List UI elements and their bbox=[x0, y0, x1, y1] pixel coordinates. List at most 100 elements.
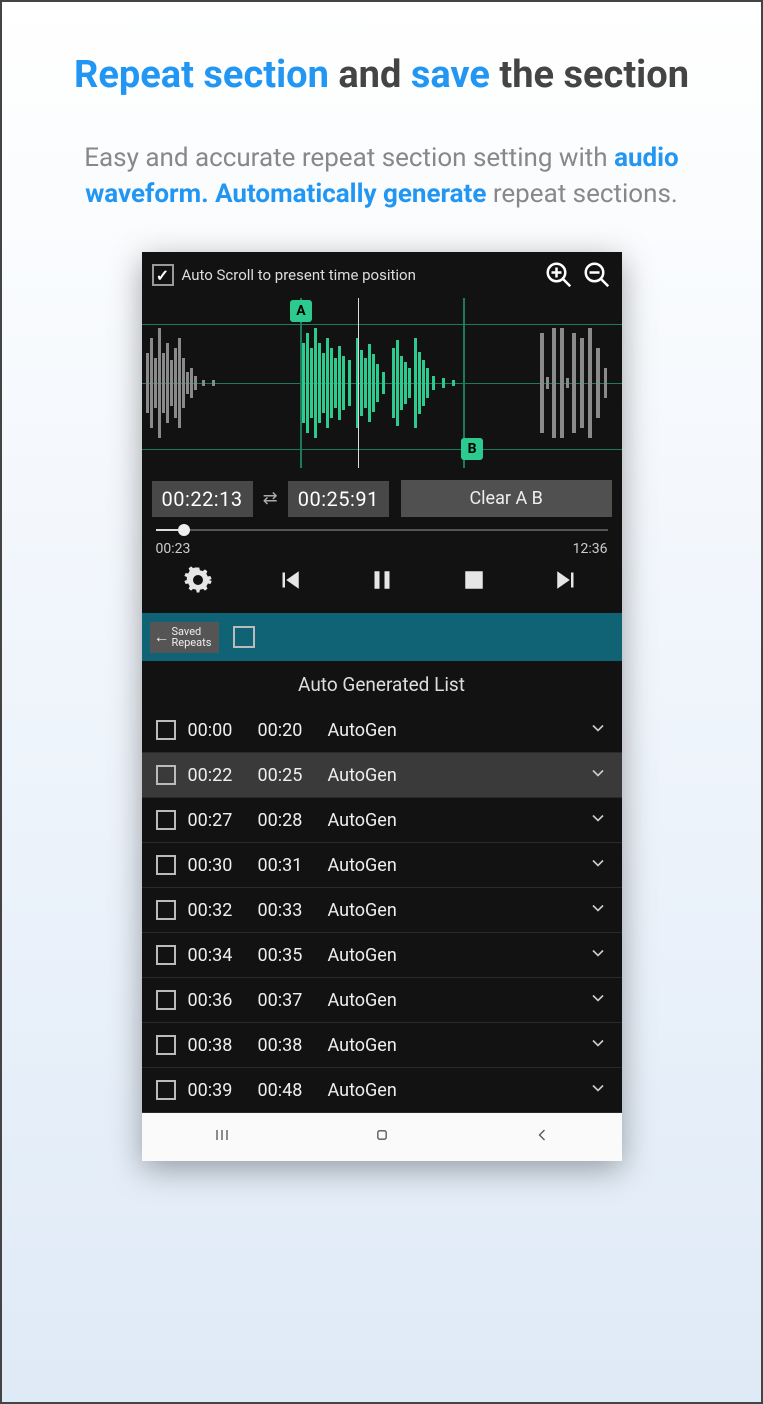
stop-icon bbox=[459, 565, 489, 595]
row-expand[interactable] bbox=[588, 898, 608, 922]
chevron-down-icon bbox=[588, 763, 608, 783]
row-label: AutoGen bbox=[328, 855, 576, 876]
row-end-time: 00:28 bbox=[258, 810, 316, 831]
list-item[interactable]: 00:2700:28AutoGen bbox=[142, 798, 622, 843]
saved-repeats-button[interactable]: ← Saved Repeats bbox=[150, 622, 220, 653]
time-total: 12:36 bbox=[573, 541, 608, 557]
row-end-time: 00:38 bbox=[258, 1035, 316, 1056]
seek-slider[interactable] bbox=[156, 529, 608, 531]
skip-next-icon bbox=[551, 565, 581, 595]
row-expand[interactable] bbox=[588, 718, 608, 742]
list-item[interactable]: 00:3800:38AutoGen bbox=[142, 1023, 622, 1068]
settings-button[interactable] bbox=[183, 565, 213, 599]
list-item[interactable]: 00:3000:31AutoGen bbox=[142, 843, 622, 888]
row-label: AutoGen bbox=[328, 1080, 576, 1101]
row-checkbox[interactable] bbox=[156, 810, 176, 830]
row-label: AutoGen bbox=[328, 900, 576, 921]
row-end-time: 00:25 bbox=[258, 765, 316, 786]
nav-recents-icon bbox=[212, 1125, 232, 1145]
list-item[interactable]: 00:36 00:37 AutoGen bbox=[142, 978, 622, 1023]
row-label: AutoGen bbox=[328, 945, 576, 966]
saved-repeats-bar: ← Saved Repeats bbox=[142, 613, 622, 661]
row-checkbox[interactable] bbox=[156, 765, 176, 785]
list-item[interactable]: 00:0000:20AutoGen bbox=[142, 708, 622, 753]
time-elapsed: 00:23 bbox=[156, 541, 191, 557]
autoscroll-label: Auto Scroll to present time position bbox=[182, 266, 536, 284]
playhead bbox=[358, 298, 359, 468]
zoom-out-icon[interactable] bbox=[582, 260, 612, 290]
row-start-time: 00:36 bbox=[188, 990, 246, 1011]
promo-text-1: and bbox=[329, 53, 411, 97]
nav-recents-button[interactable] bbox=[212, 1125, 232, 1149]
row-label: AutoGen bbox=[328, 990, 576, 1011]
top-bar: Auto Scroll to present time position bbox=[142, 252, 622, 298]
prev-button[interactable] bbox=[275, 565, 305, 599]
time-a-box[interactable]: 00:22:13 bbox=[152, 481, 253, 517]
chevron-down-icon bbox=[588, 898, 608, 918]
pause-button[interactable] bbox=[367, 565, 397, 599]
promo-sub-2: repeat sections. bbox=[486, 179, 677, 209]
promo-hl-1: Repeat section bbox=[74, 53, 329, 97]
zoom-in-icon[interactable] bbox=[544, 260, 574, 290]
row-expand[interactable] bbox=[588, 763, 608, 787]
waveform-graphic bbox=[142, 298, 622, 468]
transport-controls bbox=[142, 557, 622, 613]
chevron-down-icon bbox=[588, 988, 608, 1008]
gear-icon bbox=[183, 565, 213, 595]
autoscroll-checkbox[interactable] bbox=[152, 264, 174, 286]
row-end-time: 00:48 bbox=[258, 1080, 316, 1101]
row-end-time: 00:33 bbox=[258, 900, 316, 921]
row-start-time: 00:39 bbox=[188, 1080, 246, 1101]
chevron-down-icon bbox=[588, 808, 608, 828]
row-label: AutoGen bbox=[328, 765, 576, 786]
clear-ab-button[interactable]: Clear A B bbox=[401, 480, 612, 517]
row-checkbox[interactable] bbox=[156, 855, 176, 875]
list-item[interactable]: 00:3400:35AutoGen bbox=[142, 933, 622, 978]
list-item[interactable]: 00:3200:33AutoGen bbox=[142, 888, 622, 933]
row-expand[interactable] bbox=[588, 853, 608, 877]
nav-back-button[interactable] bbox=[532, 1125, 552, 1149]
ab-row: 00:22:13 ⇄ 00:25:91 Clear A B bbox=[142, 468, 622, 523]
list-item[interactable]: 00:39 00:48 AutoGen bbox=[142, 1068, 622, 1113]
promo-hl-2: save bbox=[411, 53, 490, 97]
time-b-box[interactable]: 00:25:91 bbox=[288, 481, 389, 517]
next-button[interactable] bbox=[551, 565, 581, 599]
row-checkbox[interactable] bbox=[156, 990, 176, 1010]
marker-a[interactable]: A bbox=[300, 298, 302, 468]
app-screen: Auto Scroll to present time position bbox=[142, 252, 622, 1161]
list-header: Auto Generated List bbox=[142, 661, 622, 708]
row-start-time: 00:38 bbox=[188, 1035, 246, 1056]
row-checkbox[interactable] bbox=[156, 1035, 176, 1055]
stop-button[interactable] bbox=[459, 565, 489, 599]
promo-sub-1: Easy and accurate repeat section setting… bbox=[84, 143, 614, 173]
list-item[interactable]: 00:2200:25AutoGen bbox=[142, 753, 622, 798]
row-end-time: 00:37 bbox=[258, 990, 316, 1011]
seek-area: 00:23 12:36 bbox=[142, 523, 622, 557]
marker-b-label: B bbox=[461, 438, 483, 460]
nav-home-button[interactable] bbox=[372, 1125, 392, 1149]
waveform-area[interactable]: A B bbox=[142, 298, 622, 468]
nav-home-icon bbox=[372, 1125, 392, 1145]
row-checkbox[interactable] bbox=[156, 1080, 176, 1100]
skip-previous-icon bbox=[275, 565, 305, 595]
row-checkbox[interactable] bbox=[156, 945, 176, 965]
back-arrow-icon: ← bbox=[154, 629, 170, 646]
row-expand[interactable] bbox=[588, 988, 608, 1012]
promo-subtitle: Easy and accurate repeat section setting… bbox=[2, 110, 761, 233]
swap-ab-icon[interactable]: ⇄ bbox=[261, 488, 280, 509]
row-expand[interactable] bbox=[588, 1033, 608, 1057]
system-navbar bbox=[142, 1113, 622, 1161]
marker-b[interactable]: B bbox=[463, 298, 465, 468]
select-all-checkbox[interactable] bbox=[233, 626, 255, 648]
row-end-time: 00:35 bbox=[258, 945, 316, 966]
promo-text-2: the section bbox=[490, 53, 689, 97]
row-checkbox[interactable] bbox=[156, 720, 176, 740]
row-expand[interactable] bbox=[588, 943, 608, 967]
row-end-time: 00:20 bbox=[258, 720, 316, 741]
marker-a-label: A bbox=[290, 300, 312, 322]
repeat-list: 00:0000:20AutoGen00:2200:25AutoGen00:270… bbox=[142, 708, 622, 1113]
row-expand[interactable] bbox=[588, 808, 608, 832]
row-end-time: 00:31 bbox=[258, 855, 316, 876]
row-expand[interactable] bbox=[588, 1078, 608, 1102]
row-checkbox[interactable] bbox=[156, 900, 176, 920]
